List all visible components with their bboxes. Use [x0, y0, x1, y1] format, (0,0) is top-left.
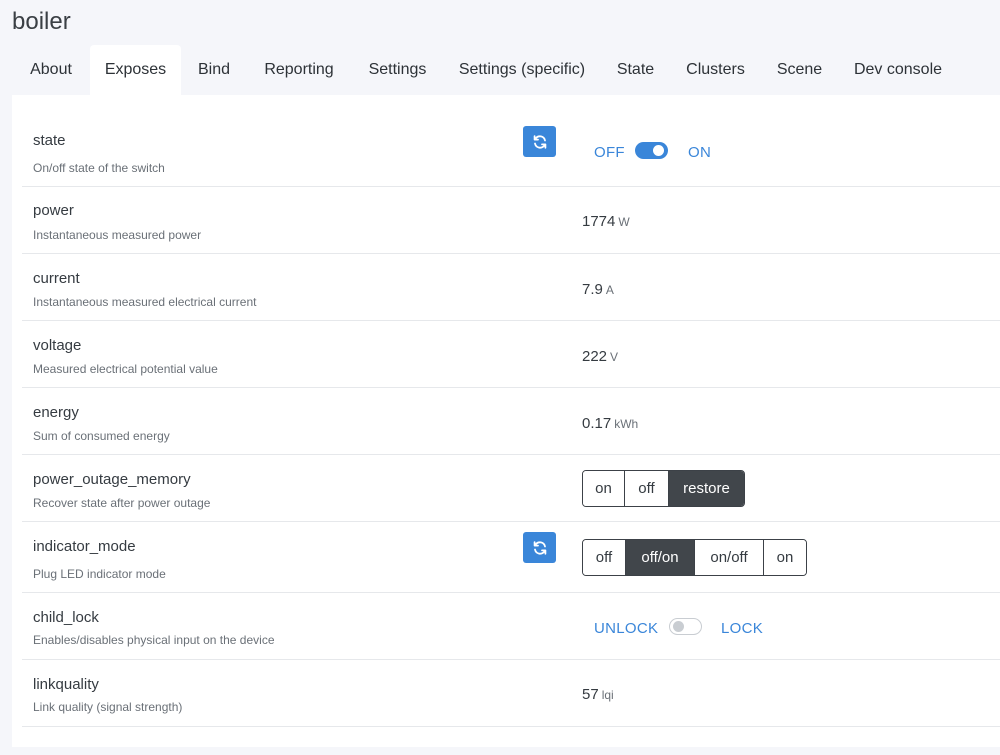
state-toggle-switch[interactable]	[635, 142, 668, 159]
expose-row-power: power Instantaneous measured power 1774 W	[22, 187, 1000, 254]
expose-name: current	[33, 270, 80, 287]
expose-row-voltage: voltage Measured electrical potential va…	[22, 321, 1000, 388]
option-restore-button[interactable]: restore	[669, 471, 744, 506]
expose-name: child_lock	[33, 609, 99, 626]
value-unit: kWh	[614, 417, 639, 431]
tab-bar: About Exposes Bind Reporting Settings Se…	[12, 45, 957, 95]
expose-description: Sum of consumed energy	[33, 429, 170, 443]
expose-row-indicator-mode: indicator_mode Plug LED indicator mode o…	[22, 522, 1000, 593]
tab-bind[interactable]: Bind	[181, 45, 247, 95]
switch-knob	[653, 145, 664, 156]
refresh-icon	[533, 134, 546, 149]
tab-clusters[interactable]: Clusters	[671, 45, 760, 95]
state-off-label[interactable]: OFF	[594, 144, 625, 161]
refresh-icon	[533, 540, 546, 555]
tab-dev-console[interactable]: Dev console	[839, 45, 957, 95]
expose-row-energy: energy Sum of consumed energy 0.17 kWh	[22, 388, 1000, 455]
expose-name: power_outage_memory	[33, 471, 191, 488]
tab-settings-specific[interactable]: Settings (specific)	[444, 45, 600, 95]
value-number: 0.17	[582, 415, 612, 432]
expose-description: On/off state of the switch	[33, 161, 165, 175]
state-refresh-button[interactable]	[523, 126, 556, 157]
expose-row-current: current Instantaneous measured electrica…	[22, 254, 1000, 321]
expose-name: linkquality	[33, 676, 99, 693]
expose-description: Plug LED indicator mode	[33, 567, 166, 581]
power-outage-memory-button-group: on off restore	[582, 470, 745, 507]
value-number: 57	[582, 686, 599, 703]
expose-value: 1774 W	[582, 213, 630, 230]
child-lock-lock-label[interactable]: LOCK	[721, 620, 763, 637]
option-on-off-button[interactable]: on/off	[695, 540, 764, 575]
expose-name: energy	[33, 404, 79, 421]
option-off-button[interactable]: off	[625, 471, 669, 506]
tab-scene[interactable]: Scene	[760, 45, 839, 95]
indicator-mode-button-group: off off/on on/off on	[582, 539, 807, 576]
expose-description: Recover state after power outage	[33, 496, 211, 510]
value-number: 7.9	[582, 281, 603, 298]
indicator-mode-refresh-button[interactable]	[523, 532, 556, 563]
option-on-button[interactable]: on	[583, 471, 625, 506]
expose-name: voltage	[33, 337, 82, 354]
expose-value: 57 lqi	[582, 686, 614, 703]
child-lock-toggle-switch[interactable]	[669, 618, 702, 635]
expose-row-child-lock: child_lock Enables/disables physical inp…	[22, 593, 1000, 660]
page-title: boiler	[12, 8, 71, 35]
child-lock-unlock-label[interactable]: UNLOCK	[594, 620, 658, 637]
expose-value: 0.17 kWh	[582, 415, 638, 432]
value-unit: W	[618, 215, 630, 229]
expose-description: Enables/disables physical input on the d…	[33, 633, 275, 647]
expose-name: state	[33, 132, 66, 149]
value-unit: A	[605, 283, 614, 297]
tab-reporting[interactable]: Reporting	[247, 45, 351, 95]
exposes-panel: state On/off state of the switch OFF ON …	[12, 95, 1000, 747]
tab-about[interactable]: About	[12, 45, 90, 95]
value-unit: lqi	[601, 688, 614, 702]
state-on-label[interactable]: ON	[688, 144, 711, 161]
expose-description: Link quality (signal strength)	[33, 700, 183, 714]
tab-exposes[interactable]: Exposes	[90, 45, 181, 95]
expose-name: indicator_mode	[33, 538, 136, 555]
expose-row-power-outage-memory: power_outage_memory Recover state after …	[22, 455, 1000, 522]
expose-value: 222 V	[582, 348, 618, 365]
expose-value: 7.9 A	[582, 281, 614, 298]
option-off-on-button[interactable]: off/on	[626, 540, 695, 575]
option-on-button[interactable]: on	[764, 540, 806, 575]
tab-state[interactable]: State	[600, 45, 671, 95]
expose-description: Instantaneous measured power	[33, 228, 202, 242]
expose-name: power	[33, 202, 74, 219]
option-off-button[interactable]: off	[583, 540, 626, 575]
expose-row-linkquality: linkquality Link quality (signal strengt…	[22, 660, 1000, 727]
value-unit: V	[610, 350, 619, 364]
expose-description: Measured electrical potential value	[33, 362, 218, 376]
tab-settings[interactable]: Settings	[351, 45, 444, 95]
value-number: 222	[582, 348, 608, 365]
expose-row-state: state On/off state of the switch OFF ON	[22, 120, 1000, 187]
value-number: 1774	[582, 213, 616, 230]
switch-knob	[673, 621, 684, 632]
expose-description: Instantaneous measured electrical curren…	[33, 295, 257, 309]
